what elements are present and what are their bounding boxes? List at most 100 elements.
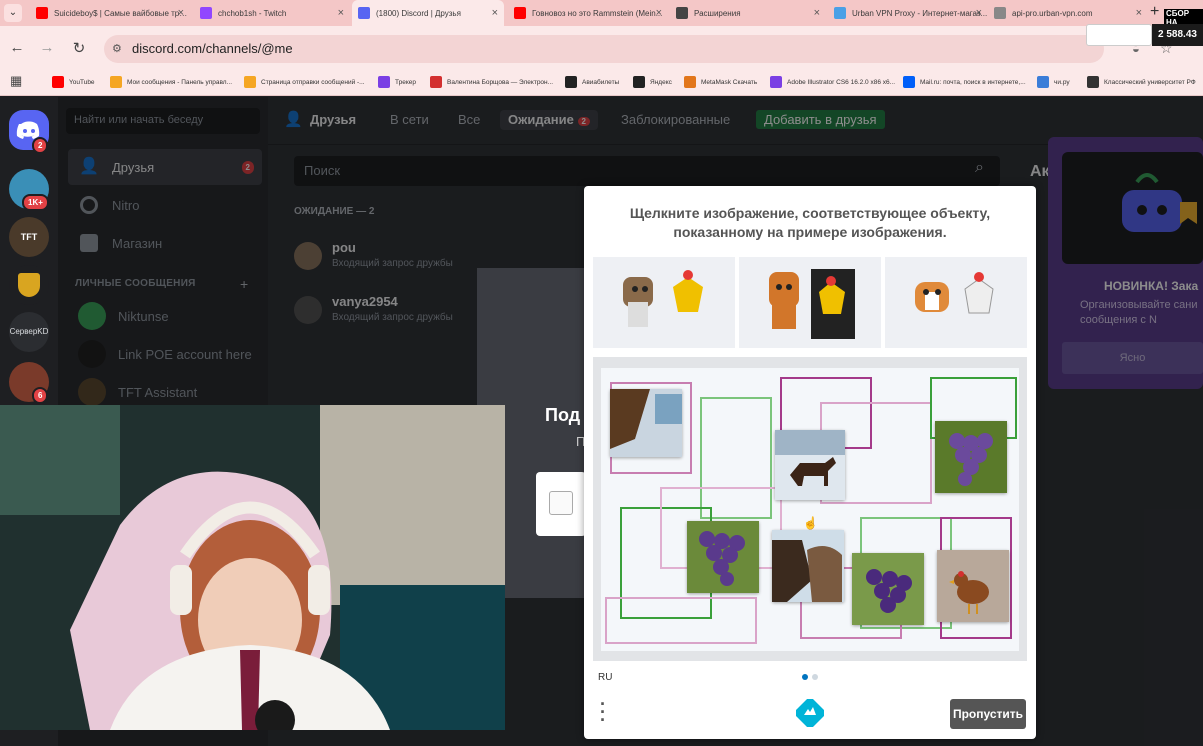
tab-close-icon[interactable]: × <box>492 7 498 19</box>
bookmark-label: Классический университет РФ <box>1104 78 1196 86</box>
streamer-camera-image <box>0 405 505 730</box>
tab-title: (1800) Discord | Друзья <box>376 8 461 18</box>
tab-title: Urban VPN Proxy - Интернет-магаз... <box>852 8 988 18</box>
bookmark-item[interactable]: Трекер <box>378 74 426 90</box>
forward-icon[interactable]: → <box>38 39 56 56</box>
tab-favicon-icon <box>676 7 688 19</box>
bookmark-label: Adobe Illustrator CS6 16.2.0 x86 x6... <box>787 78 896 86</box>
apps-icon[interactable]: ▦ <box>10 73 22 89</box>
tab-title: Говновоз но это Rammstein (Mein... <box>532 8 663 18</box>
tab-favicon-icon <box>514 7 526 19</box>
language-selector[interactable]: RU <box>598 672 612 683</box>
tile-chicken[interactable] <box>937 550 1009 622</box>
tile-grapes[interactable] <box>935 421 1007 493</box>
bookmark-item[interactable]: Яндекс <box>633 74 681 90</box>
progress-dot-active <box>802 674 808 680</box>
tab-favicon-icon <box>994 7 1006 19</box>
bookmark-icon <box>770 76 782 88</box>
bookmark-label: Mail.ru: почта, поиск в интернете,... <box>920 78 1026 86</box>
tab-close-icon[interactable]: × <box>814 7 820 19</box>
server-badge: 1K+ <box>22 194 49 211</box>
browser-tab[interactable]: api-pro.urban-vpn.com × <box>988 2 1148 24</box>
bookmark-label: Яндекс <box>650 78 672 86</box>
tab-favicon-icon <box>200 7 212 19</box>
bookmark-icon <box>378 76 390 88</box>
tab-close-icon[interactable]: × <box>656 7 662 19</box>
bookmark-label: MetaMask Скачать <box>701 78 758 86</box>
bookmark-item[interactable]: Mail.ru: почта, поиск в интернете,... <box>903 74 1033 90</box>
bookmark-item[interactable]: Авиабилеты <box>565 74 629 90</box>
bookmark-item[interactable]: Adobe Illustrator CS6 16.2.0 x86 x6... <box>770 74 898 90</box>
bookmark-icon <box>110 76 122 88</box>
tab-title: api-pro.urban-vpn.com <box>1012 8 1093 18</box>
stream-overlay-count: 2 588.43 <box>1152 24 1203 46</box>
hcaptcha-logo-icon <box>794 697 826 729</box>
tab-favicon-icon <box>358 7 370 19</box>
new-tab-icon[interactable]: + <box>1150 3 1159 21</box>
tab-close-icon[interactable]: × <box>338 7 344 19</box>
server-badge: 6 <box>32 387 49 404</box>
example-image <box>885 257 1027 348</box>
tile-horse[interactable] <box>772 530 844 602</box>
bookmark-item[interactable]: Валентина Борщова — Электрон... <box>430 74 560 90</box>
tab-close-icon[interactable]: × <box>976 7 982 19</box>
tile-grapes[interactable] <box>852 553 924 625</box>
browser-tab[interactable]: Suicideboy$ | Самые вайбовые тре... × <box>30 2 190 24</box>
bookmark-label: YouTube <box>69 78 95 86</box>
tab-close-icon[interactable]: × <box>1136 7 1142 19</box>
browser-tab[interactable]: chchob1sh - Twitch × <box>194 2 350 24</box>
skip-button[interactable]: Пропустить <box>950 699 1026 729</box>
bookmark-item[interactable]: Страница отправки сообщений -... <box>244 74 374 90</box>
captcha-menu-icon[interactable]: · · · <box>600 695 606 729</box>
tile-horse[interactable] <box>775 430 845 500</box>
captcha-prompt: Щелкните изображение, соответствующее об… <box>629 205 991 240</box>
modal-title: Под <box>545 405 581 425</box>
bookmark-item[interactable]: Мои сообщения - Панель управл... <box>110 74 240 90</box>
url-text[interactable]: discord.com/channels/@me <box>132 41 293 56</box>
bookmark-label: Авиабилеты <box>582 78 620 86</box>
progress-dot <box>812 674 818 680</box>
example-image <box>593 257 735 348</box>
bookmark-label: чи.ру <box>1054 78 1070 86</box>
browser-tab[interactable]: Говновоз но это Rammstein (Mein... × <box>508 2 668 24</box>
mouse-cursor-icon: ☝ <box>803 516 818 530</box>
bookmark-item[interactable]: Классический университет РФ <box>1087 74 1197 90</box>
browser-tab[interactable]: Расширения × <box>670 2 826 24</box>
tab-search-dropdown[interactable]: ⌄ <box>4 4 22 22</box>
tab-title: chchob1sh - Twitch <box>218 8 287 18</box>
captcha-checkbox[interactable] <box>549 491 573 515</box>
bookmark-icon <box>684 76 696 88</box>
home-badge: 2 <box>32 137 49 154</box>
tab-close-icon[interactable]: × <box>178 7 184 19</box>
browser-tab[interactable]: Urban VPN Proxy - Интернет-магаз... × <box>828 2 988 24</box>
bookmark-icon <box>633 76 645 88</box>
bookmark-item[interactable]: YouTube <box>52 74 108 90</box>
bookmark-label: Валентина Борщова — Электрон... <box>447 78 554 86</box>
tab-title: Расширения <box>694 8 741 18</box>
back-icon[interactable]: ← <box>8 39 26 56</box>
server-kd[interactable]: СерверKD <box>9 312 49 352</box>
site-info-icon[interactable]: ⚙ <box>112 42 122 55</box>
tile-horse[interactable] <box>610 389 682 457</box>
bookmark-icon <box>430 76 442 88</box>
tab-favicon-icon <box>36 7 48 19</box>
browser-tab[interactable]: (1800) Discord | Друзья × <box>352 0 504 26</box>
bookmark-icon <box>565 76 577 88</box>
example-image <box>739 257 881 348</box>
bookmark-icon <box>1037 76 1049 88</box>
webcam-overlay <box>0 405 505 730</box>
server-tft[interactable]: TFT <box>9 217 49 257</box>
bookmark-item[interactable]: MetaMask Скачать <box>684 74 766 90</box>
server-badge-icon[interactable] <box>9 265 49 305</box>
bookmark-label: Мои сообщения - Панель управл... <box>127 78 232 86</box>
tab-favicon-icon <box>834 7 846 19</box>
tab-title: Suicideboy$ | Самые вайбовые тре... <box>54 8 190 18</box>
bookmark-label: Трекер <box>395 78 416 86</box>
tile-grapes[interactable] <box>687 521 759 593</box>
reload-icon[interactable]: ↻ <box>70 39 88 57</box>
bookmark-icon <box>903 76 915 88</box>
bookmark-label: Страница отправки сообщений -... <box>261 78 365 86</box>
bookmark-icon <box>52 76 64 88</box>
bookmark-icon <box>1087 76 1099 88</box>
bookmark-item[interactable]: чи.ру <box>1037 74 1083 90</box>
